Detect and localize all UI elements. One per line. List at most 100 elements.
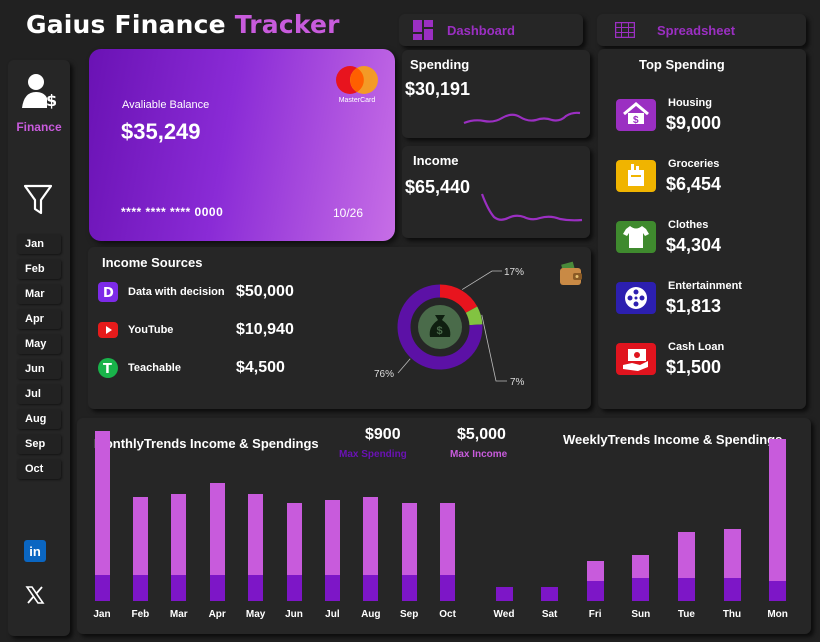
balance-value: $35,249 [121, 119, 201, 144]
bar-income [132, 497, 148, 576]
top-spending-name: Clothes [668, 219, 709, 231]
mastercard-logo-icon [336, 66, 378, 94]
month-button-feb[interactable]: Feb [17, 259, 61, 279]
card-brand: MasterCard [338, 97, 376, 104]
month-button-apr[interactable]: Apr [17, 309, 61, 329]
bar-spending [248, 575, 264, 601]
bar-category-label: Sun [631, 609, 651, 620]
top-spending-panel: Top Spending $ Housing $9,000 Groceries $6,4… [598, 49, 806, 409]
top-spending-value: $4,304 [666, 235, 722, 255]
income-source-item: T Teachable $4,500 [98, 357, 328, 379]
spending-panel: Spending $30,191 [402, 50, 590, 138]
film-reel-icon [616, 282, 656, 314]
max-income-label: Max Income [450, 449, 508, 460]
balance-label: Avaliable Balance [122, 99, 210, 111]
top-spending-name: Housing [668, 97, 712, 109]
card-number: **** **** **** 0000 [121, 205, 224, 219]
svg-text:D: D [103, 286, 114, 301]
month-button-sep[interactable]: Sep [17, 434, 61, 454]
bar-income [286, 502, 302, 576]
bar-spending [363, 575, 379, 601]
bar-income [171, 494, 187, 576]
monthly-trends-title: MonthlyTrends Income & Spendings [94, 436, 319, 451]
donut-label: 17% [504, 267, 524, 278]
bar-spending [209, 575, 225, 601]
dashboard-label: Dashboard [447, 22, 515, 38]
bar-category-label: Apr [208, 609, 226, 620]
month-button-aug[interactable]: Aug [17, 409, 61, 429]
month-button-jan[interactable]: Jan [17, 234, 61, 254]
bar-spending [723, 577, 741, 601]
top-spending-value: $1,500 [666, 357, 722, 377]
bar-category-label: Sat [541, 609, 558, 620]
month-button-may[interactable]: May [17, 334, 61, 354]
svg-text:$: $ [633, 115, 639, 126]
bar-income [723, 528, 741, 578]
d-logo-icon: D [98, 282, 118, 302]
dashboard-icon [413, 20, 433, 40]
bar-category-label: Tue [677, 609, 695, 620]
month-button-jun[interactable]: Jun [17, 359, 61, 379]
income-source-item: YouTube $10,940 [98, 319, 328, 341]
bar-income [363, 497, 379, 576]
income-donut-chart: $76% 17% 7% [374, 267, 525, 388]
youtube-icon [98, 322, 118, 338]
app-title-part2: Tracker [234, 10, 340, 39]
bar-spending [495, 586, 513, 601]
month-button-oct[interactable]: Oct [17, 459, 61, 479]
donut-slice [465, 306, 483, 326]
spreadsheet-button[interactable]: Spreadsheet [597, 14, 806, 46]
income-source-name: Data with decision [128, 286, 225, 298]
app-title-part1: Gaius Finance [26, 10, 226, 39]
top-spending-item: Cash Loan $1,500 [612, 341, 792, 383]
trends-panel: MonthlyTrends Income & Spendings $900 Ma… [77, 418, 811, 634]
spreadsheet-icon [615, 22, 635, 38]
x-logo-icon[interactable] [25, 585, 45, 605]
bar-spending [632, 577, 650, 601]
bar-income [677, 531, 695, 578]
weekly-trends-title: WeeklyTrends Income & Spendings [563, 432, 783, 447]
bar-category-label: Sep [400, 609, 419, 620]
bar-category-label: Feb [131, 609, 150, 620]
bar-category-label: Jun [285, 609, 303, 620]
bar-category-label: Mar [169, 609, 188, 620]
bar-spending [586, 580, 604, 601]
income-source-item: D Data with decision $50,000 [98, 281, 328, 303]
dashboard-button[interactable]: Dashboard [399, 14, 583, 46]
top-spending-item: $ Housing $9,000 [612, 97, 792, 139]
top-spending-item: Entertainment $1,813 [612, 280, 792, 322]
bar-spending [440, 575, 456, 601]
teachable-icon: T [98, 358, 118, 378]
income-source-name: Teachable [128, 362, 181, 374]
income-source-value: $4,500 [236, 359, 285, 376]
top-spending-item: Clothes $4,304 [612, 219, 792, 261]
bar-category-label: May [245, 609, 266, 620]
bar-spending [286, 575, 302, 601]
top-spending-value: $1,813 [666, 296, 722, 316]
max-spending-value: $900 [365, 426, 401, 443]
bar-spending [541, 586, 559, 601]
top-spending-item: Groceries $6,454 [612, 158, 792, 200]
bar-category-label: Thu [722, 609, 742, 620]
income-label: Income [413, 153, 459, 168]
top-spending-name: Cash Loan [668, 341, 725, 353]
app-title: Gaius Finance Tracker [26, 10, 340, 39]
bar-category-label: Mon [767, 609, 788, 620]
filter-icon[interactable] [24, 184, 52, 216]
spreadsheet-label: Spreadsheet [657, 22, 736, 38]
shirt-icon [616, 221, 656, 253]
bar-category-label: Jan [93, 609, 111, 620]
income-sources-title: Income Sources [102, 255, 203, 270]
bar-income [324, 500, 340, 576]
svg-text:T: T [103, 362, 112, 377]
bar-income [769, 439, 787, 581]
spending-value: $30,191 [405, 79, 471, 99]
finance-label[interactable]: Finance [8, 120, 70, 134]
house-dollar-icon: $ [616, 99, 656, 131]
bar-spending [677, 577, 695, 601]
bar-income [632, 554, 650, 578]
month-button-mar[interactable]: Mar [17, 284, 61, 304]
svg-text:$: $ [437, 325, 443, 337]
month-button-jul[interactable]: Jul [17, 384, 61, 404]
linkedin-icon[interactable]: in [24, 540, 46, 562]
